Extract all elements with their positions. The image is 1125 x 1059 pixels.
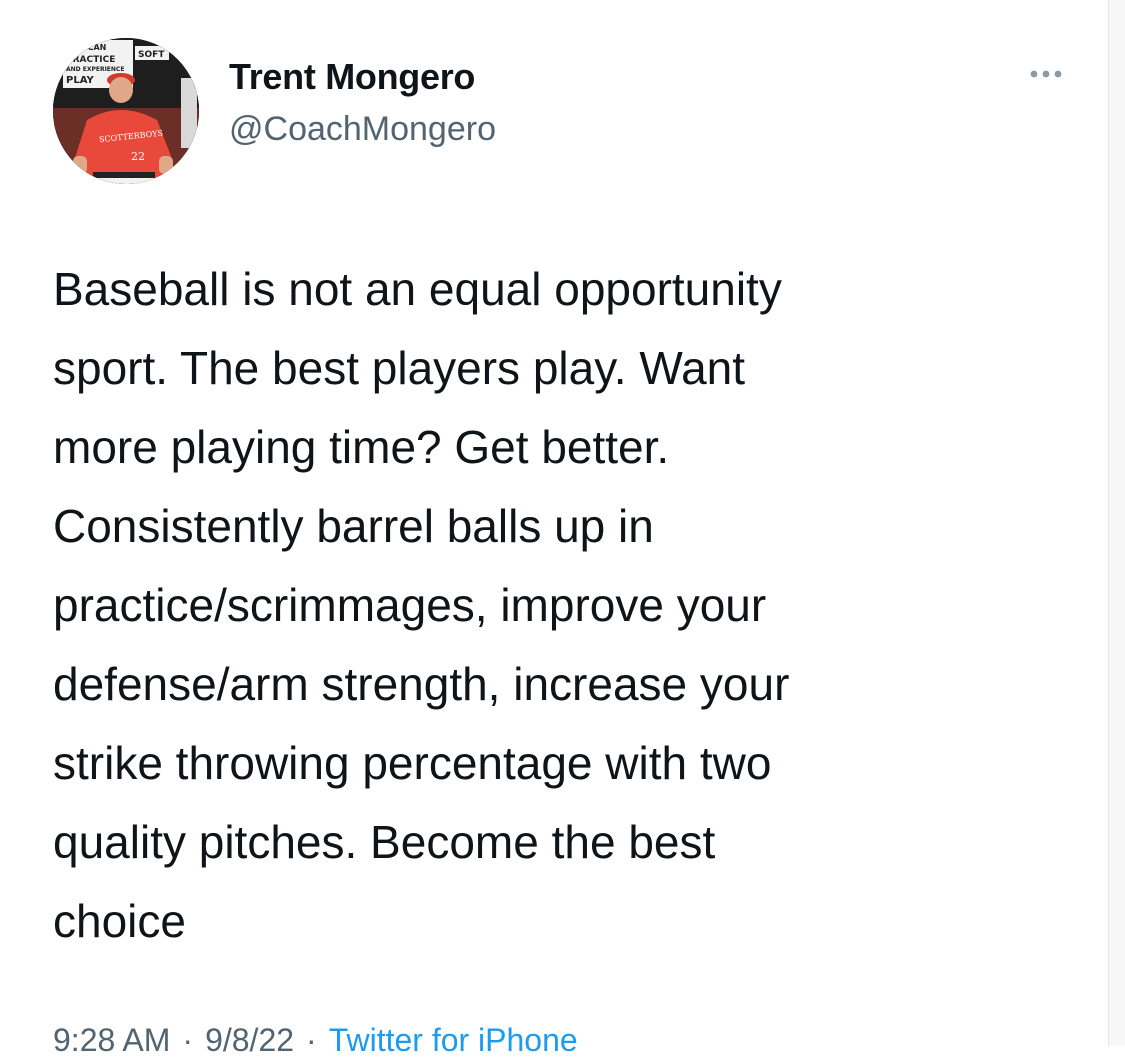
avatar-sign-line-2: PRACTICE [66,55,115,65]
tweet-text: Baseball is not an equal opportunity spo… [53,263,790,947]
avatar-sign-line-3: AND EXPERIENCE [66,66,124,73]
tweet-meta: 9:28 AM · 9/8/22 · Twitter for iPhone [53,1022,578,1059]
meta-separator: · [306,1022,317,1058]
avatar-sign-line-1: YOU CAN [65,43,106,52]
avatar[interactable]: YOU CAN PRACTICE AND EXPERIENCE PLAY SOF… [53,38,199,184]
more-options-button[interactable] [1020,58,1072,90]
author-handle[interactable]: @CoachMongero [229,110,496,149]
tweet-date[interactable]: 9/8/22 [205,1022,294,1058]
avatar-sign-line-4: PLAY [66,75,94,86]
tweet-time[interactable]: 9:28 AM [53,1022,170,1058]
avatar-photo: YOU CAN PRACTICE AND EXPERIENCE PLAY SOF… [53,38,199,184]
author-display-name[interactable]: Trent Mongero [229,56,475,98]
more-horizontal-icon [1030,70,1062,78]
meta-separator: · [182,1022,194,1058]
avatar-sign-line-5: SOFT [138,50,165,60]
tweet-source-link[interactable]: Twitter for iPhone [329,1022,578,1058]
scrollbar[interactable] [1108,0,1125,1046]
avatar-jersey-number: 22 [131,150,145,163]
